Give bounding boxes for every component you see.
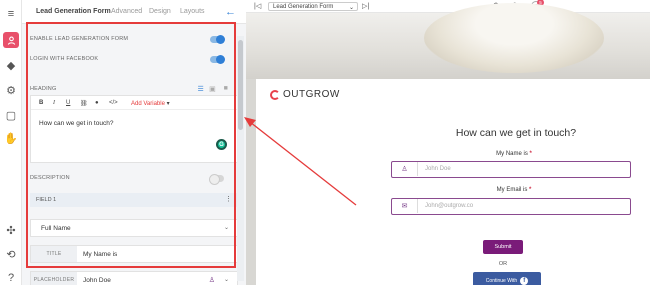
app-root: ≡ ◆ ⚙ ▢ ✋ ✣ ⟲ ? Lead Generation Form Adv… [0,0,650,285]
annotation-arrow [244,117,357,206]
